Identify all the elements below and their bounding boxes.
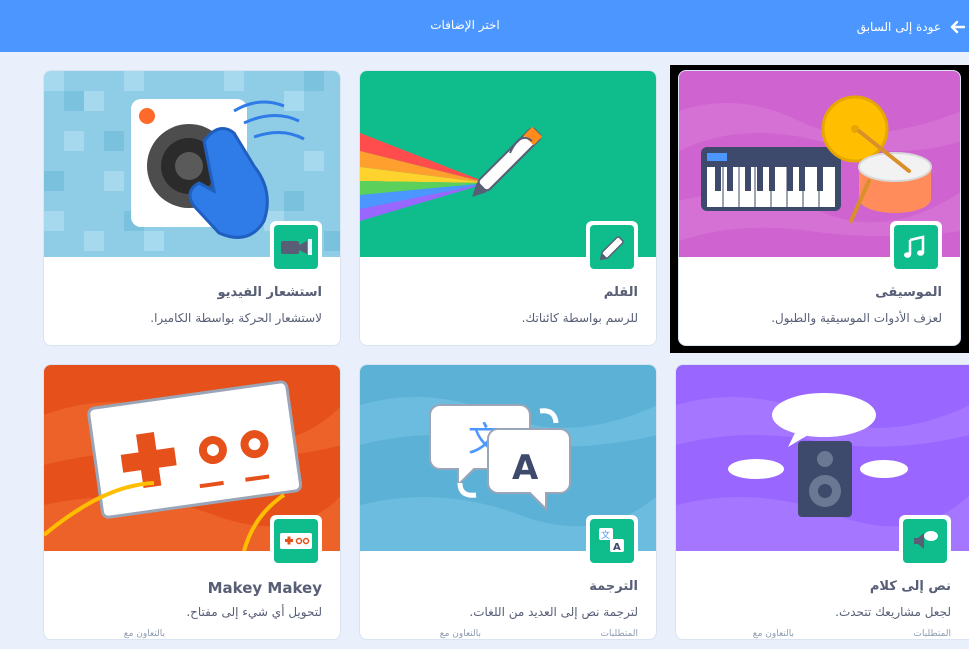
card-description: لاستشعار الحركة بواسطة الكاميرا.	[150, 311, 322, 325]
pen-badge	[586, 221, 638, 273]
translate-icon: 文 A	[599, 528, 624, 553]
card-description: لترجمة نص إلى العديد من اللغات.	[469, 605, 638, 619]
card-description: لتحويل أي شيء إلى مفتاح.	[186, 605, 322, 619]
extension-card-pen[interactable]: القلم للرسم بواسطة كائناتك.	[359, 70, 657, 346]
video-camera-icon	[281, 239, 312, 255]
card-title: نص إلى كلام	[869, 579, 951, 594]
music-notes-icon	[904, 235, 925, 258]
back-button[interactable]: عودة إلى السابق	[857, 16, 965, 38]
requirements-label: المتطلبات	[600, 629, 638, 639]
extension-card-music[interactable]: الموسيقى لعزف الأدوات الموسيقية والطبول.	[678, 70, 961, 346]
collaboration-label: بالتعاون مع	[439, 629, 481, 639]
extension-card-makey-makey[interactable]: Makey Makey لتحويل أي شيء إلى مفتاح. بال…	[43, 364, 341, 640]
svg-text:A: A	[512, 448, 539, 488]
extension-card-text-to-speech[interactable]: نص إلى كلام لجعل مشاريعك تتحدث. بالتعاون…	[675, 364, 969, 640]
translate-badge: 文 A	[586, 515, 638, 567]
music-badge	[890, 221, 942, 273]
card-title: الموسيقى	[875, 285, 942, 300]
card-title: استشعار الفيديو	[217, 285, 322, 300]
back-label: عودة إلى السابق	[856, 20, 941, 34]
extension-card-translate[interactable]: 文 A 文 A الترجمة لترجمة نص إلى العديد من …	[359, 364, 657, 640]
page-title: اختر الإضافات	[430, 18, 500, 32]
pen-icon	[599, 236, 624, 261]
card-description: للرسم بواسطة كائناتك.	[521, 311, 638, 325]
card-description: لجعل مشاريعك تتحدث.	[835, 605, 951, 619]
speech-bubble-icon	[914, 531, 938, 549]
collaboration-label: بالتعاون مع	[123, 629, 165, 639]
svg-text:A: A	[613, 542, 621, 553]
text-to-speech-badge	[899, 515, 951, 567]
card-title: Makey Makey	[207, 579, 322, 597]
makey-makey-badge	[270, 515, 322, 567]
requirements-label: المتطلبات	[913, 629, 951, 639]
extension-card-video-sensing[interactable]: استشعار الفيديو لاستشعار الحركة بواسطة ا…	[43, 70, 341, 346]
header: اختر الإضافات عودة إلى السابق	[0, 0, 969, 52]
video-sensing-badge	[270, 221, 322, 273]
collaboration-label: بالتعاون مع	[752, 629, 794, 639]
svg-text:文: 文	[601, 529, 610, 541]
card-description: لعزف الأدوات الموسيقية والطبول.	[771, 311, 942, 325]
back-arrow-icon	[950, 20, 965, 34]
card-title: الترجمة	[589, 579, 638, 594]
card-title: القلم	[603, 285, 638, 300]
makey-board-icon	[280, 533, 312, 549]
